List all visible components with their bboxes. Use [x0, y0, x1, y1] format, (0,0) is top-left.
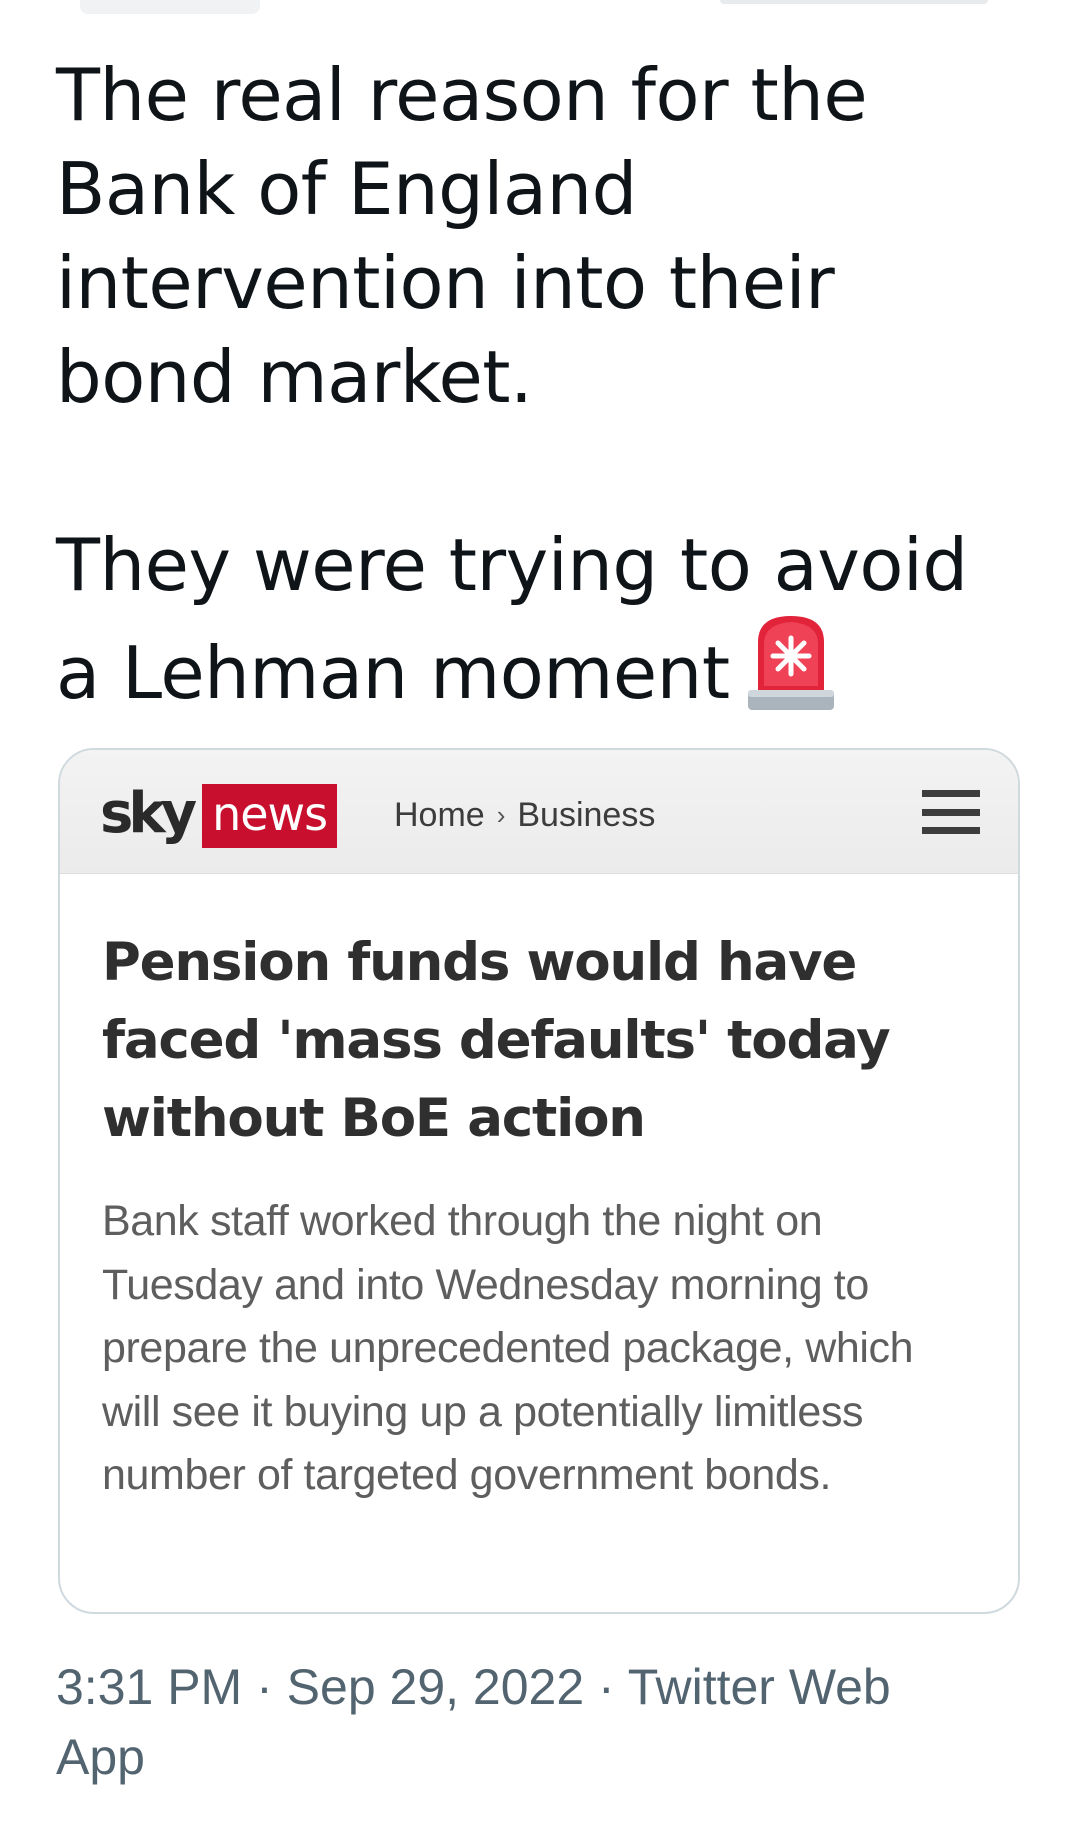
tweet-paragraph-1: The real reason for the Bank of England … — [56, 53, 868, 419]
cropped-follow-button-remnant[interactable] — [720, 0, 988, 4]
hamburger-bar — [922, 808, 980, 816]
article-headline[interactable]: Pension funds would have faced 'mass def… — [102, 924, 982, 1158]
breadcrumb: Home › Business — [394, 790, 655, 840]
cropped-avatar-remnant — [80, 0, 260, 14]
news-logo-badge: news — [202, 784, 338, 848]
tweet-paragraph-2: They were trying to avoid a Lehman momen… — [56, 518, 1016, 720]
tweet-metadata: 3:31 PM · Sep 29, 2022 · Twitter Web App — [56, 1652, 976, 1792]
tweet-time[interactable]: 3:31 PM — [56, 1659, 242, 1715]
tweet-text: The real reason for the Bank of England … — [56, 48, 1016, 720]
police-car-light-icon — [744, 612, 838, 712]
article-standfirst: Bank staff worked through the night on T… — [102, 1197, 914, 1499]
sky-news-header: sky news Home › Business — [60, 750, 1018, 874]
tweet-detail-page: The real reason for the Bank of England … — [0, 0, 1080, 1824]
sky-news-logo[interactable]: sky news — [100, 766, 338, 866]
tweet-date[interactable]: Sep 29, 2022 — [287, 1659, 585, 1715]
hamburger-bar — [922, 790, 980, 797]
link-preview-card[interactable]: sky news Home › Business Pension funds w… — [58, 748, 1020, 1614]
breadcrumb-business[interactable]: Business — [517, 796, 655, 835]
breadcrumb-separator-icon: › — [496, 799, 506, 830]
hamburger-menu-icon[interactable] — [922, 790, 980, 834]
meta-separator: · — [242, 1659, 287, 1715]
sky-logo-word: sky — [100, 780, 197, 846]
hamburger-bar — [922, 827, 980, 834]
meta-separator: · — [584, 1659, 628, 1715]
breadcrumb-home[interactable]: Home — [394, 796, 485, 835]
